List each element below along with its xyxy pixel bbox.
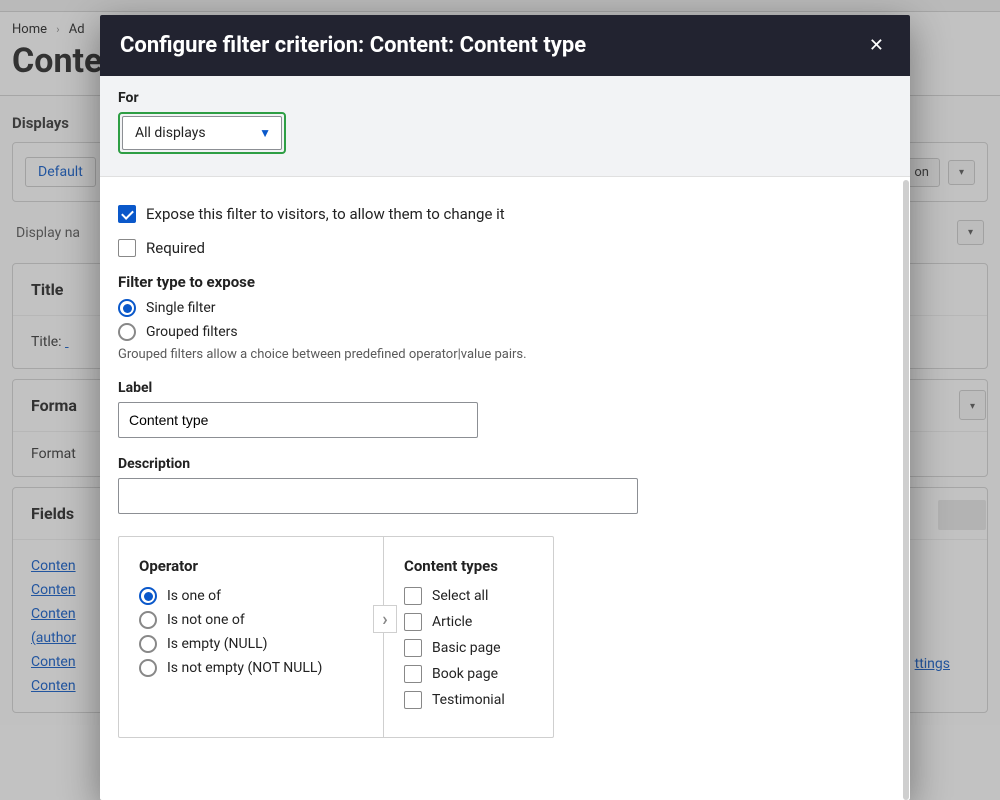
modal-header: Configure filter criterion: Content: Con… xyxy=(100,15,910,76)
chevron-right-icon: › xyxy=(382,609,387,630)
content-types-heading: Content types xyxy=(404,557,533,575)
for-select[interactable]: All displays ▼ xyxy=(122,116,282,150)
operator-is-empty-radio[interactable] xyxy=(139,635,157,653)
expose-checkbox[interactable] xyxy=(118,205,136,223)
operator-expand-button[interactable]: › xyxy=(373,605,397,633)
operator-option-label: Is not one of xyxy=(167,612,245,628)
filter-type-single-radio[interactable] xyxy=(118,299,136,317)
filter-type-hint: Grouped filters allow a choice between p… xyxy=(118,347,892,362)
required-row: Required xyxy=(118,239,892,257)
close-icon[interactable]: ✕ xyxy=(863,31,890,60)
operator-option-label: Is not empty (NOT NULL) xyxy=(167,660,322,676)
operator-heading: Operator xyxy=(139,557,363,575)
filter-type-grouped-row: Grouped filters xyxy=(118,323,892,341)
modal-body: Expose this filter to visitors, to allow… xyxy=(100,177,910,800)
content-types-column: Content types Select all Article Basic p… xyxy=(384,537,553,737)
expose-row: Expose this filter to visitors, to allow… xyxy=(118,205,892,223)
for-select-value: All displays xyxy=(135,125,206,141)
modal-for-section: For All displays ▼ xyxy=(100,76,910,177)
ct-select-all-checkbox[interactable] xyxy=(404,587,422,605)
label-input[interactable] xyxy=(118,402,478,438)
ct-article-checkbox[interactable] xyxy=(404,613,422,631)
operator-box: Operator Is one of Is not one of Is empt… xyxy=(118,536,554,738)
ct-option-label: Testimonial xyxy=(432,692,505,708)
expose-label: Expose this filter to visitors, to allow… xyxy=(146,205,505,223)
operator-column: Operator Is one of Is not one of Is empt… xyxy=(119,537,384,737)
for-select-highlight: All displays ▼ xyxy=(118,112,286,154)
ct-book-page-checkbox[interactable] xyxy=(404,665,422,683)
description-input[interactable] xyxy=(118,478,638,514)
operator-is-one-of-radio[interactable] xyxy=(139,587,157,605)
filter-type-grouped-label: Grouped filters xyxy=(146,324,238,340)
filter-type-single-row: Single filter xyxy=(118,299,892,317)
for-label: For xyxy=(118,90,892,106)
ct-option-label: Article xyxy=(432,614,472,630)
operator-is-not-one-of-radio[interactable] xyxy=(139,611,157,629)
modal: Configure filter criterion: Content: Con… xyxy=(100,15,910,800)
ct-option-label: Select all xyxy=(432,588,488,604)
ct-option-label: Basic page xyxy=(432,640,501,656)
ct-option-label: Book page xyxy=(432,666,498,682)
required-checkbox[interactable] xyxy=(118,239,136,257)
scrollbar-thumb[interactable] xyxy=(903,180,909,800)
required-label: Required xyxy=(146,239,205,257)
operator-option-label: Is empty (NULL) xyxy=(167,636,268,652)
modal-title: Configure filter criterion: Content: Con… xyxy=(120,33,863,58)
label-field-label: Label xyxy=(118,380,892,396)
filter-type-heading: Filter type to expose xyxy=(118,273,892,291)
filter-type-single-label: Single filter xyxy=(146,300,216,316)
operator-option-label: Is one of xyxy=(167,588,221,604)
filter-type-grouped-radio[interactable] xyxy=(118,323,136,341)
description-field-label: Description xyxy=(118,456,892,472)
chevron-down-icon: ▼ xyxy=(259,126,271,140)
ct-testimonial-checkbox[interactable] xyxy=(404,691,422,709)
operator-is-not-empty-radio[interactable] xyxy=(139,659,157,677)
ct-basic-page-checkbox[interactable] xyxy=(404,639,422,657)
